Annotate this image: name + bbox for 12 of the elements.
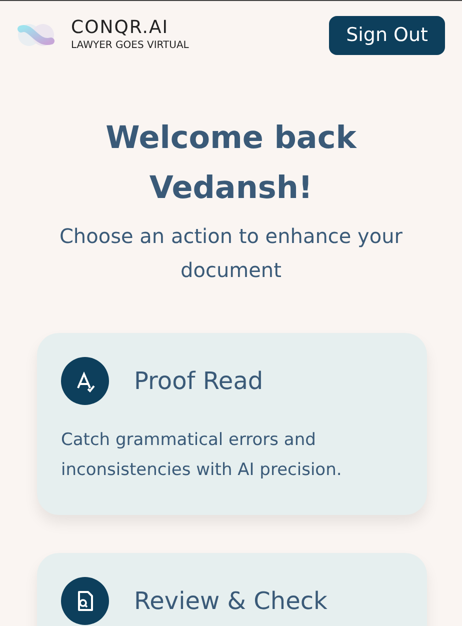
tagline: LAWYER GOES VIRTUAL	[71, 38, 189, 53]
brand-name: CONQR.AI	[71, 18, 170, 38]
sign-out-button[interactable]: Sign Out	[329, 16, 445, 54]
welcome-heading: Welcome back Vedansh!	[104, 118, 358, 208]
welcome-subtitle: Choose an action to enhance your document	[58, 222, 404, 284]
action-card[interactable]: Proof Read Catch grammatical errors and inconsistencies with AI precision.	[37, 332, 427, 514]
action-card[interactable]: Review & Check	[37, 552, 427, 626]
action-title: Review & Check	[134, 586, 328, 616]
action-title: Proof Read	[134, 366, 264, 396]
spellcheck-icon	[61, 356, 109, 404]
document-search-icon	[61, 576, 109, 624]
action-description: Catch grammatical errors and inconsistencies with AI precision.	[61, 428, 343, 482]
